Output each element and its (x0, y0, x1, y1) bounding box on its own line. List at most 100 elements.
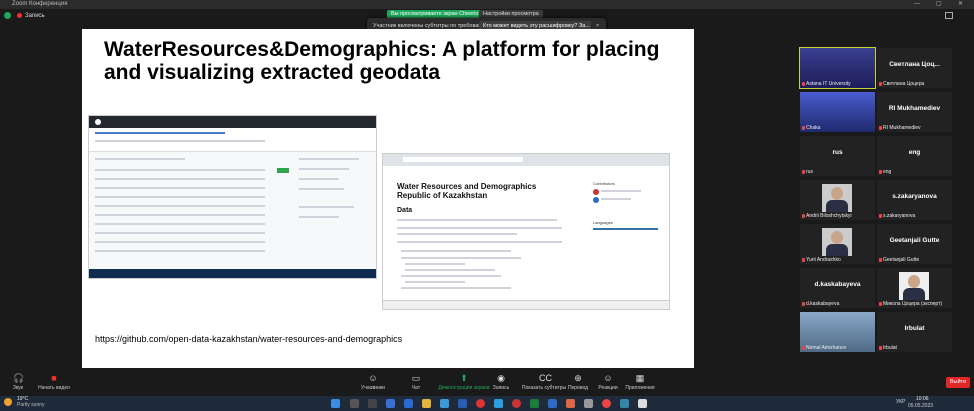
close-icon[interactable]: ✕ (958, 0, 963, 9)
captions-icon: CC (539, 373, 552, 383)
muted-mic-icon (879, 126, 882, 130)
window-title: Zoom Конференция (12, 1, 68, 7)
app-icon[interactable] (584, 399, 593, 408)
muted-mic-icon (879, 214, 882, 218)
participant-display-name: s.zakaryanova (892, 193, 937, 200)
gallery-view-icon[interactable] (945, 12, 953, 19)
powerpoint-icon[interactable] (566, 399, 575, 408)
excel-icon[interactable] (530, 399, 539, 408)
chrome-icon[interactable] (476, 399, 485, 408)
weather-sun-icon (4, 398, 12, 406)
muted-mic-icon (802, 170, 805, 174)
participant-gallery: Astana IT University Светлана Цоц... Светл… (799, 47, 952, 353)
maximize-icon[interactable]: ▢ (936, 0, 942, 9)
task-view-icon[interactable] (368, 399, 377, 408)
start-video-button[interactable]: ■ Начать видео (32, 373, 76, 392)
participant-tile[interactable]: d.kaskabayeva d.kaskabayeva (800, 268, 875, 308)
participant-display-name: Irbulat (904, 325, 925, 332)
slide-title: WaterResources&Demographics: A platform … (104, 38, 660, 84)
recording-label: Запись (25, 13, 45, 19)
participant-name: Geetanjali Gutte (879, 257, 919, 263)
participant-display-name: Geetanjali Gutte (889, 237, 940, 244)
participant-display-name: Светлана Цоц... (889, 61, 940, 68)
outlook-icon[interactable] (548, 399, 557, 408)
muted-mic-icon (802, 214, 805, 218)
participant-tile[interactable]: Микола Цоцера (эксперт) (877, 268, 952, 308)
windows-taskbar: 19°C Partly sunny УКР 10:06 05.05.2023 (0, 396, 974, 411)
shot2-taskbar (383, 300, 669, 309)
muted-mic-icon (802, 346, 805, 350)
word-icon[interactable] (458, 399, 467, 408)
browser-address-bar (403, 157, 523, 162)
participant-tile[interactable]: Светлана Цоц... Светлана Цоцера (877, 48, 952, 88)
muted-mic-icon (879, 302, 882, 306)
participant-tile[interactable]: RI Mukhamediev RI Mukhamediev (877, 92, 952, 132)
record-icon: ◉ (497, 373, 505, 383)
file-explorer-icon[interactable] (422, 399, 431, 408)
code-button (277, 168, 289, 173)
notepad-icon[interactable] (638, 399, 647, 408)
security-shield-icon[interactable] (4, 12, 11, 19)
participant-name: Nirmal Aimzhanov (802, 345, 846, 351)
leave-button[interactable]: Выйти (946, 377, 970, 388)
contributors-label: Contributors (593, 181, 615, 186)
participant-tile[interactable]: eng eng (877, 136, 952, 176)
muted-mic-icon (802, 258, 805, 262)
window-titlebar: Zoom Конференция — ▢ ✕ (0, 0, 974, 9)
language-indicator[interactable]: УКР (896, 399, 905, 405)
minimize-icon[interactable]: — (914, 0, 920, 9)
participant-name: s.zakaryanova (879, 213, 915, 219)
muted-mic-icon (879, 170, 882, 174)
participant-name: Yurii Andrashko (802, 257, 841, 263)
participant-photo (822, 228, 852, 256)
participant-display-name: RI Mukhamediev (888, 105, 941, 112)
participant-tile[interactable]: Geetanjali Gutte Geetanjali Gutte (877, 224, 952, 264)
participant-tile[interactable]: s.zakaryanova s.zakaryanova (877, 180, 952, 220)
zoom-app-icon[interactable] (386, 399, 395, 408)
participant-name: Микола Цоцера (эксперт) (879, 301, 942, 307)
edge-icon[interactable] (404, 399, 413, 408)
participant-tile[interactable]: Chaka (800, 92, 875, 132)
apps-icon: ▦ (635, 373, 645, 383)
telegram-icon[interactable] (494, 399, 503, 408)
participant-display-name: rus (832, 149, 843, 156)
participant-tile[interactable]: Yurii Andrashko (800, 224, 875, 264)
participant-tile[interactable]: Andrii Biloshchytskyi (800, 180, 875, 220)
clock-time[interactable]: 10:06 (916, 396, 929, 402)
participant-display-name: eng (908, 149, 921, 156)
muted-mic-icon (802, 302, 805, 306)
share-screen-icon: ⬆ (460, 373, 468, 383)
muted-mic-icon (879, 346, 882, 350)
participant-name: Chaka (802, 125, 820, 131)
participant-name: d.kaskabayeva (802, 301, 839, 307)
participant-display-name: d.kaskabayeva (814, 281, 861, 288)
contributor-avatar (593, 189, 599, 195)
browser-icon[interactable] (602, 399, 611, 408)
smile-icon: ☺ (603, 373, 613, 383)
participants-button[interactable]: ☺14 Участники (351, 374, 395, 392)
contributor-avatar (593, 197, 599, 203)
search-icon[interactable] (350, 399, 359, 408)
participant-photo (822, 184, 852, 212)
app2-icon[interactable] (620, 399, 629, 408)
participant-tile[interactable]: Nirmal Aimzhanov (800, 312, 875, 352)
start-menu-icon[interactable] (331, 399, 340, 408)
headphones-icon: 🎧 (13, 373, 25, 383)
muted-mic-icon (879, 82, 882, 86)
muted-mic-icon (802, 126, 805, 130)
shared-screen-slide: WaterResources&Demographics: A platform … (82, 29, 694, 368)
github-logo-icon (95, 119, 101, 125)
participant-name: RI Mukhamediev (879, 125, 921, 131)
opera-icon[interactable] (512, 399, 521, 408)
apps-button[interactable]: ▦ Приложения (618, 373, 662, 392)
participant-tile[interactable]: rus rus (800, 136, 875, 176)
participant-tile[interactable]: Irbulat Irbulat (877, 312, 952, 352)
video-off-icon: ■ (51, 373, 57, 383)
readme-screenshot: Water Resources and Demographics Republi… (382, 153, 670, 310)
languages-label: Languages (593, 220, 613, 225)
shot1-taskbar (89, 269, 376, 278)
clock-date[interactable]: 05.05.2023 (908, 403, 933, 409)
store-icon[interactable] (440, 399, 449, 408)
participant-tile[interactable]: Astana IT University (799, 47, 876, 89)
chat-button[interactable]: ▭ Чат (394, 374, 438, 392)
